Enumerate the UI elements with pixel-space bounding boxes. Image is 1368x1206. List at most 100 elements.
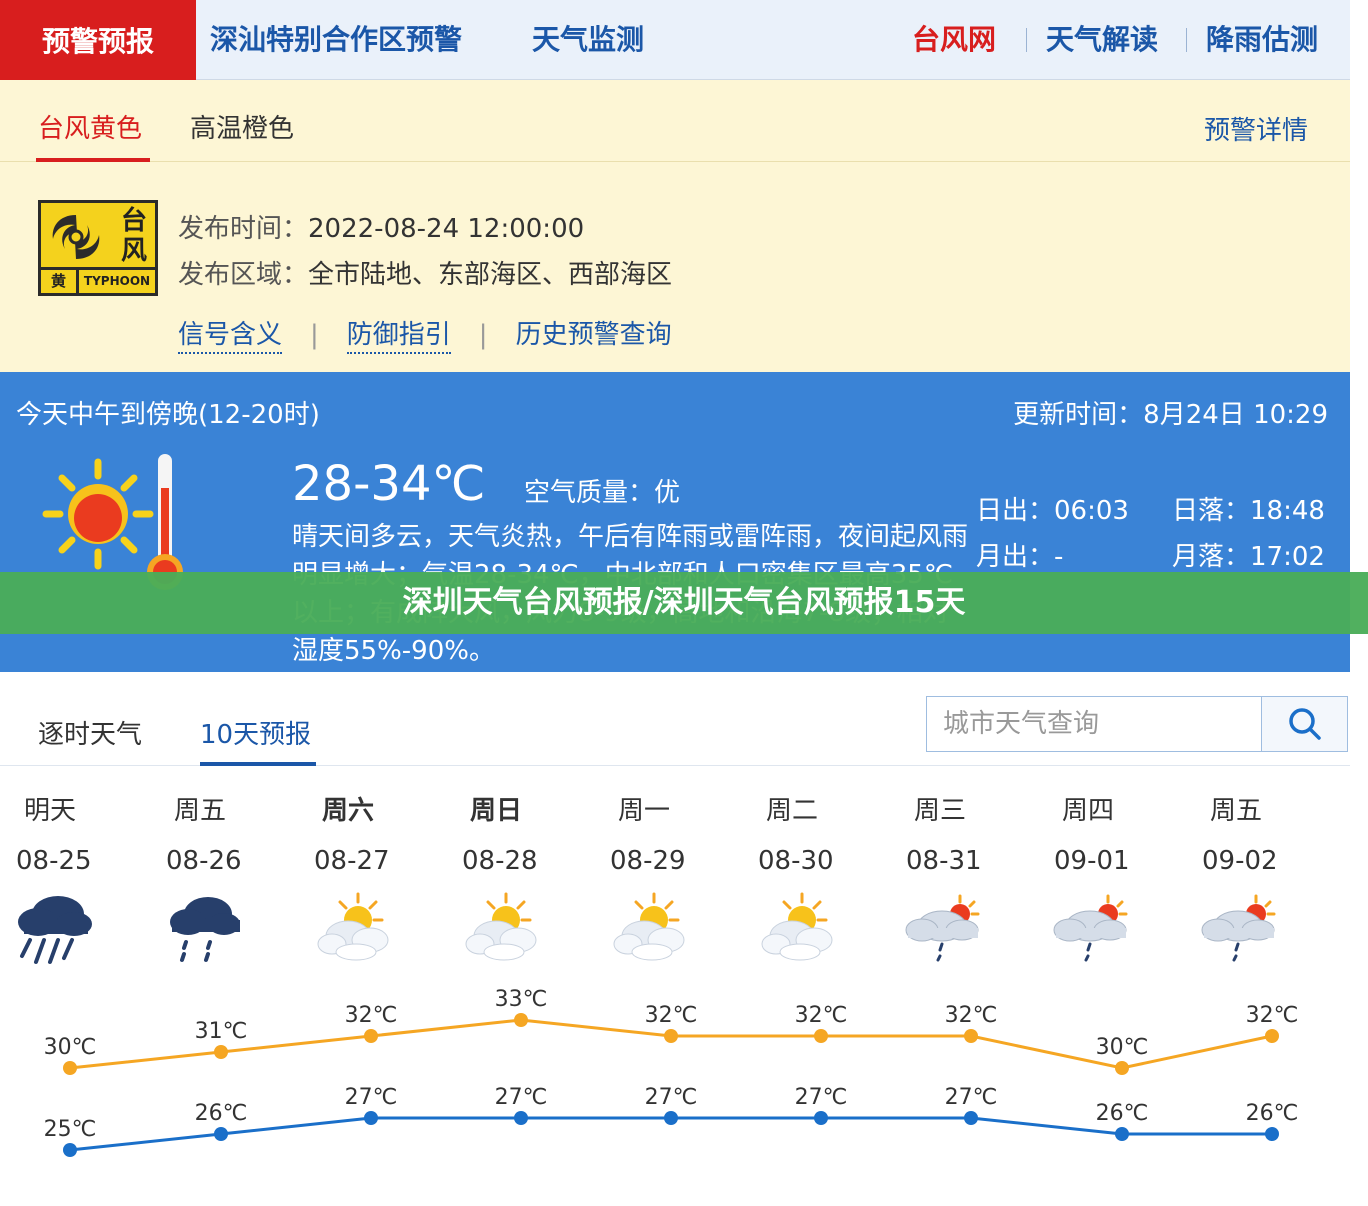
high-temp-point xyxy=(664,1029,678,1043)
warning-detail-link[interactable]: 预警详情 xyxy=(1204,110,1308,147)
nav-brand-tab[interactable]: 预警预报 xyxy=(0,0,196,80)
high-temp-label: 32℃ xyxy=(795,1003,848,1028)
warning-links: 信号含义 | 防御指引 | 历史预警查询 xyxy=(178,314,672,354)
low-temp-label: 27℃ xyxy=(495,1085,548,1110)
forecast-date: 08-31 xyxy=(906,846,982,876)
low-temp-label: 25℃ xyxy=(44,1117,97,1142)
low-temp-point xyxy=(964,1111,978,1125)
defense-guide-link[interactable]: 防御指引 xyxy=(346,320,451,354)
temperature-trend-chart: 30℃ 31℃ 32℃ 33℃ 32℃ 32℃ 32℃ 30℃ 32℃ 25℃ 26℃ 27℃ 27℃ 2… xyxy=(44,987,1299,1157)
nav-link-rain-estimate[interactable]: 降雨估测 xyxy=(1206,0,1318,80)
forecast-day-column: 周一 08-29 xyxy=(594,790,744,970)
sun-shower-icon xyxy=(905,894,980,962)
forecast-day-column: 周五 09-02 xyxy=(1186,790,1336,970)
nav-divider xyxy=(1026,28,1027,52)
moonrise-label: 月出： xyxy=(976,542,1055,572)
high-temp-label: 32℃ xyxy=(945,1003,998,1028)
sunrise-value: 06:03 xyxy=(1054,496,1129,526)
forecast-day-column: 周五 08-26 xyxy=(150,790,300,970)
publish-time-label: 发布时间： xyxy=(178,214,309,244)
high-temp-label: 31℃ xyxy=(195,1019,248,1044)
low-temp-label: 27℃ xyxy=(345,1085,398,1110)
forecast-day-column: 周三 08-31 xyxy=(890,790,1040,970)
high-temp-point xyxy=(964,1029,978,1043)
low-temp-label: 26℃ xyxy=(1246,1101,1299,1126)
moonset: 月落：17:02 xyxy=(1172,536,1325,573)
active-tab-indicator xyxy=(200,762,316,766)
low-temp-label: 26℃ xyxy=(1096,1101,1149,1126)
tab-hourly[interactable]: 逐时天气 xyxy=(38,714,142,751)
sunset-label: 日落： xyxy=(1172,496,1251,526)
title-banner: 深圳天气台风预报/深圳天气台风预报15天 xyxy=(0,572,1368,634)
temperature-range: 28-34℃ xyxy=(292,456,486,512)
moonset-label: 月落： xyxy=(1172,542,1251,572)
forecast-day-column: 周六 08-27 xyxy=(298,790,448,970)
publish-time-row: 发布时间：2022-08-24 12:00:00 xyxy=(178,208,584,245)
low-temp-point xyxy=(63,1143,77,1157)
tab-heat-orange[interactable]: 高温橙色 xyxy=(190,108,294,145)
high-temp-label: 33℃ xyxy=(495,987,548,1012)
active-tab-indicator xyxy=(36,158,150,162)
signal-english: TYPHOON xyxy=(83,274,151,288)
forecast-day-column: 周四 09-01 xyxy=(1038,790,1188,970)
city-search xyxy=(926,696,1348,752)
forecast-date: 08-25 xyxy=(16,846,92,876)
tab-10-day[interactable]: 10天预报 xyxy=(200,714,311,751)
partly-cloudy-icon xyxy=(613,892,685,961)
forecast-date: 09-02 xyxy=(1202,846,1278,876)
sunrise-label: 日出： xyxy=(976,496,1055,526)
publish-time-value: 2022-08-24 12:00:00 xyxy=(308,214,585,244)
link-divider: | xyxy=(478,320,488,350)
low-temp-point xyxy=(364,1111,378,1125)
high-temp-label: 32℃ xyxy=(645,1003,698,1028)
forecast-day-column: 周二 08-30 xyxy=(742,790,892,970)
tab-typhoon-yellow[interactable]: 台风黄色 xyxy=(38,108,142,145)
nav-link-shenshan[interactable]: 深汕特别合作区预警 xyxy=(210,0,462,80)
nav-link-typhoon[interactable]: 台风网 xyxy=(912,0,996,80)
forecast-weekday: 周二 xyxy=(766,796,819,826)
nav-link-interpretation[interactable]: 天气解读 xyxy=(1046,0,1158,80)
publish-area-row: 发布区域：全市陆地、东部海区、西部海区 xyxy=(178,254,672,291)
forecast-weekday: 周五 xyxy=(174,796,227,826)
update-time-label: 更新时间： xyxy=(1013,400,1144,430)
forecast-date: 08-30 xyxy=(758,846,834,876)
top-nav: 预警预报 深汕特别合作区预警 天气监测 台风网 天气解读 降雨估测 xyxy=(0,0,1350,80)
city-search-input[interactable] xyxy=(927,697,1261,751)
typhoon-icon xyxy=(52,215,100,259)
high-temp-label: 32℃ xyxy=(1246,1003,1299,1028)
forecast-weekday: 周五 xyxy=(1210,796,1263,826)
history-query-link[interactable]: 历史预警查询 xyxy=(516,320,672,350)
partly-cloudy-icon xyxy=(761,892,833,961)
rain-icon xyxy=(170,897,240,962)
search-button[interactable] xyxy=(1261,697,1347,751)
typhoon-signal-icon: 台 风 黄 TYPHOON xyxy=(38,200,158,296)
high-temp-point xyxy=(514,1013,528,1027)
warning-tabs: 台风黄色 高温橙色 预警详情 xyxy=(0,80,1350,162)
air-quality: 空气质量：优 xyxy=(524,472,680,509)
air-quality-value: 优 xyxy=(654,478,681,508)
forecast-date: 08-28 xyxy=(462,846,538,876)
sunrise: 日出：06:03 xyxy=(976,490,1129,527)
heavy-rain-icon xyxy=(18,896,92,964)
signal-meaning-link[interactable]: 信号含义 xyxy=(178,320,283,354)
moonset-value: 17:02 xyxy=(1250,542,1325,572)
high-temp-label: 30℃ xyxy=(1096,1035,1149,1060)
high-temp-point xyxy=(214,1045,228,1059)
partly-cloudy-icon xyxy=(465,892,537,961)
moonrise: 月出：- xyxy=(976,536,1063,573)
update-time: 更新时间：8月24日 10:29 xyxy=(1013,394,1328,431)
forecast-weekday: 周三 xyxy=(914,796,967,826)
search-icon xyxy=(1288,708,1321,740)
sun-shower-icon xyxy=(1201,894,1276,962)
high-temp-point xyxy=(1115,1061,1129,1075)
signal-footer: 黄 TYPHOON xyxy=(41,267,155,293)
forecast-weekday: 明天 xyxy=(24,796,77,826)
low-temp-label: 27℃ xyxy=(795,1085,848,1110)
signal-char-feng: 风 xyxy=(120,236,147,266)
moonrise-value: - xyxy=(1054,542,1064,572)
forecast-weekday: 周四 xyxy=(1062,796,1115,826)
forecast-weekday: 周一 xyxy=(618,796,671,826)
high-temp-point xyxy=(814,1029,828,1043)
nav-link-monitoring[interactable]: 天气监测 xyxy=(532,0,644,80)
low-temp-point xyxy=(1115,1127,1129,1141)
